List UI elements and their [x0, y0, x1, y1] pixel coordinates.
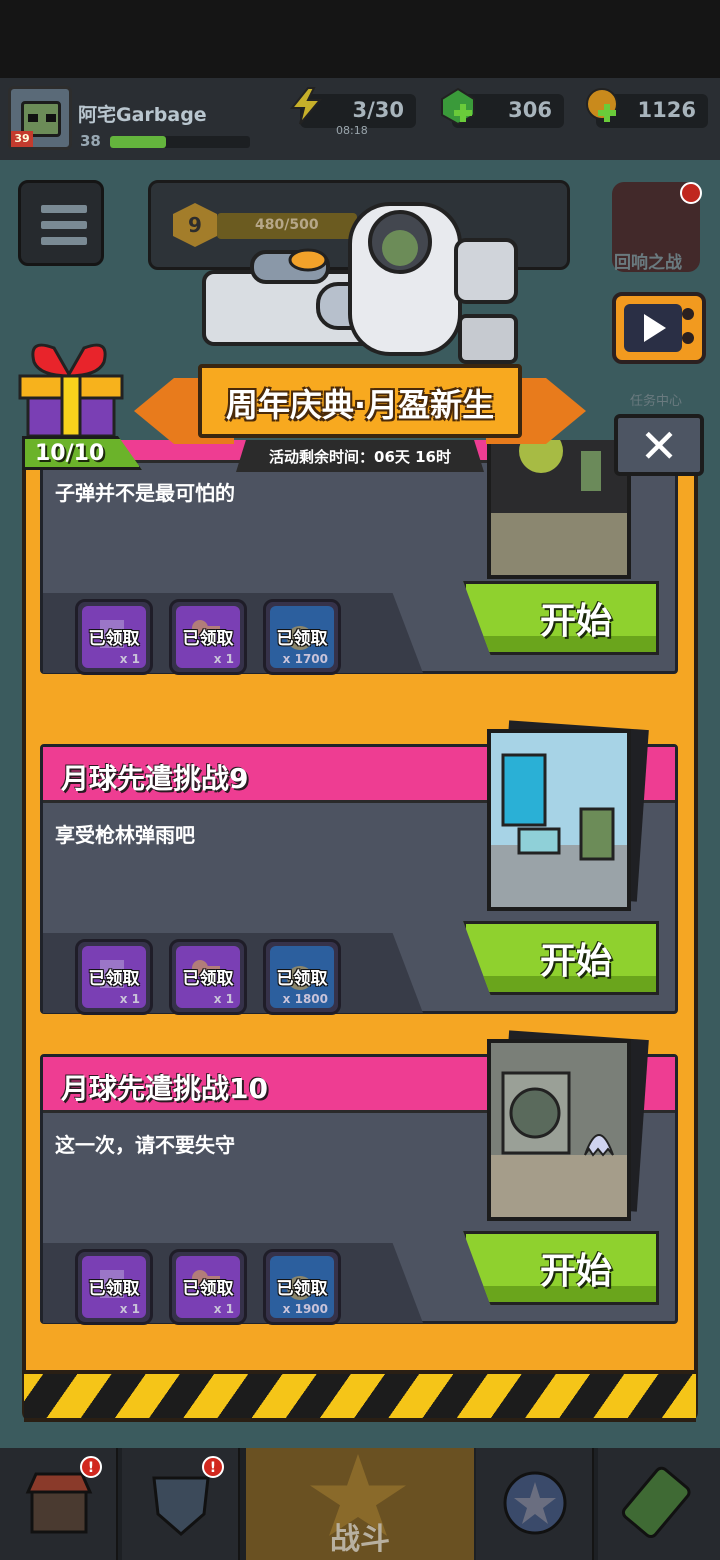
- shop-icon: [25, 1472, 93, 1534]
- gem-value: 306: [508, 98, 552, 122]
- reward-qty: x 1: [213, 652, 234, 666]
- tv-knob: [682, 332, 694, 344]
- reward-slot-bag[interactable]: 已领取 x 1700: [263, 599, 341, 675]
- stage-thumbnail: [487, 729, 631, 911]
- player-level: 38: [80, 132, 101, 150]
- reward-qty: x 1: [119, 652, 140, 666]
- talent-orb-icon: [503, 1471, 567, 1535]
- player-avatar[interactable]: 39: [8, 86, 72, 150]
- avatar-level-badge: 39: [11, 131, 33, 147]
- coin-counter[interactable]: 1126: [586, 88, 708, 128]
- reward-qty: x 1: [119, 1302, 140, 1316]
- reward-slot-key[interactable]: 已领取 x 1: [169, 1249, 247, 1325]
- reward-qty: x 1: [119, 992, 140, 1006]
- player-name: 阿宅Garbage: [78, 104, 207, 126]
- start-button[interactable]: 开始: [463, 921, 659, 995]
- reward-slot-key[interactable]: 已领取 x 1: [169, 939, 247, 1015]
- top-hud: 39 阿宅Garbage 38 3/30 08:18 306 1126: [0, 78, 720, 160]
- reward-claimed-label: 已领取: [276, 629, 328, 649]
- reward-qty: x 1800: [282, 992, 328, 1006]
- video-ad-button[interactable]: [612, 292, 706, 364]
- menu-button[interactable]: [18, 180, 104, 266]
- nav-battle[interactable]: 战斗: [246, 1448, 474, 1560]
- reward-claimed-label: 已领取: [88, 1279, 140, 1299]
- reward-slot-chip[interactable]: 已领取 x 1: [75, 939, 153, 1015]
- reward-qty: x 1700: [282, 652, 328, 666]
- reward-slot-bag[interactable]: 已领取 x 1900: [263, 1249, 341, 1325]
- vault-ghost-icon: [501, 1071, 614, 1157]
- challenge-card: 子弹并不是最可怕的 已领取 x 1 已领取 x 1 已领取 x 1700 开始: [40, 440, 678, 675]
- card-title: 月球先遣挑战9: [61, 762, 249, 795]
- reward-qty: x 1: [213, 992, 234, 1006]
- event-title: 周年庆典·月盈新生: [225, 386, 495, 424]
- gift-count-text: 10/10: [35, 441, 105, 466]
- close-icon: ✕: [639, 419, 679, 473]
- gem-icon: [441, 87, 475, 126]
- shop-notification-badge: !: [80, 1456, 102, 1478]
- hazard-stripe-footer: [24, 1370, 696, 1422]
- armor-notification-badge: !: [202, 1456, 224, 1478]
- reward-slot-chip[interactable]: 已领取 x 1: [75, 1249, 153, 1325]
- avatar-eye: [46, 114, 56, 122]
- reward-qty: x 1: [213, 1302, 234, 1316]
- card-description: 子弹并不是最可怕的: [55, 481, 235, 505]
- echo-battle-label: 回响之战: [614, 253, 682, 273]
- reward-claimed-label: 已领取: [182, 629, 234, 649]
- card-title: 月球先遣挑战10: [61, 1072, 268, 1105]
- reward-claimed-label: 已领取: [182, 969, 234, 989]
- reward-claimed-label: 已领取: [276, 969, 328, 989]
- energy-counter[interactable]: 3/30 08:18: [289, 87, 416, 137]
- close-button[interactable]: ✕: [614, 414, 704, 476]
- gem-counter[interactable]: 306: [441, 87, 564, 128]
- bottom-nav: ! ! 战斗: [0, 1448, 720, 1560]
- armor-icon: [152, 1476, 210, 1536]
- battle-label: 战斗: [330, 1522, 390, 1557]
- play-icon: [644, 314, 666, 342]
- cryo-lab-icon: [501, 753, 615, 861]
- reward-slot-chip[interactable]: 已领取 x 1: [75, 599, 153, 675]
- challenge-card: 月球先遣挑战10 这一次，请不要失守 已领取 x 1 已领取 x 1 已领取 x…: [40, 1030, 678, 1325]
- tv-knob: [682, 308, 694, 320]
- status-bar: [0, 0, 720, 78]
- reward-claimed-label: 已领取: [182, 1279, 234, 1299]
- dna-tube-icon: [621, 1466, 691, 1539]
- nav-dna[interactable]: [598, 1448, 720, 1560]
- reward-claimed-label: 已领取: [88, 969, 140, 989]
- robot-mascot-art: [202, 202, 518, 364]
- nav-talent[interactable]: [476, 1448, 594, 1560]
- reward-slot-bag[interactable]: 已领取 x 1800: [263, 939, 341, 1015]
- coin-icon: [586, 88, 618, 122]
- lab-scene-icon: [519, 440, 601, 491]
- stage-thumbnail: [487, 1039, 631, 1221]
- gift-box-icon[interactable]: [14, 338, 128, 438]
- challenge-list[interactable]: 子弹并不是最可怕的 已领取 x 1 已领取 x 1 已领取 x 1700 开始 …: [40, 440, 682, 1370]
- card-description: 这一次，请不要失守: [55, 1133, 235, 1157]
- reward-claimed-label: 已领取: [88, 629, 140, 649]
- energy-timer: 08:18: [336, 124, 368, 137]
- reward-qty: x 1900: [282, 1302, 328, 1316]
- event-banner: 周年庆典·月盈新生: [198, 364, 522, 438]
- challenge-card: 月球先遣挑战9 享受枪林弹雨吧 已领取 x 1 已领取 x 1 已领取 x 18…: [40, 720, 678, 1015]
- coin-value: 1126: [637, 98, 696, 122]
- start-button[interactable]: 开始: [463, 1231, 659, 1305]
- energy-bolt-icon: [289, 87, 323, 125]
- reward-slot-key[interactable]: 已领取 x 1: [169, 599, 247, 675]
- card-description: 享受枪林弹雨吧: [55, 823, 195, 847]
- event-timer: 活动剩余时间：06天 16时: [269, 448, 451, 466]
- reward-claimed-label: 已领取: [276, 1279, 328, 1299]
- stage-thumbnail: [487, 440, 631, 579]
- start-button[interactable]: 开始: [463, 581, 659, 655]
- xp-bar: [110, 136, 250, 148]
- energy-value: 3/30: [352, 98, 404, 122]
- echo-notification-dot: [680, 182, 702, 204]
- avatar-eye: [28, 114, 38, 122]
- task-center-label: 任务中心: [630, 394, 683, 409]
